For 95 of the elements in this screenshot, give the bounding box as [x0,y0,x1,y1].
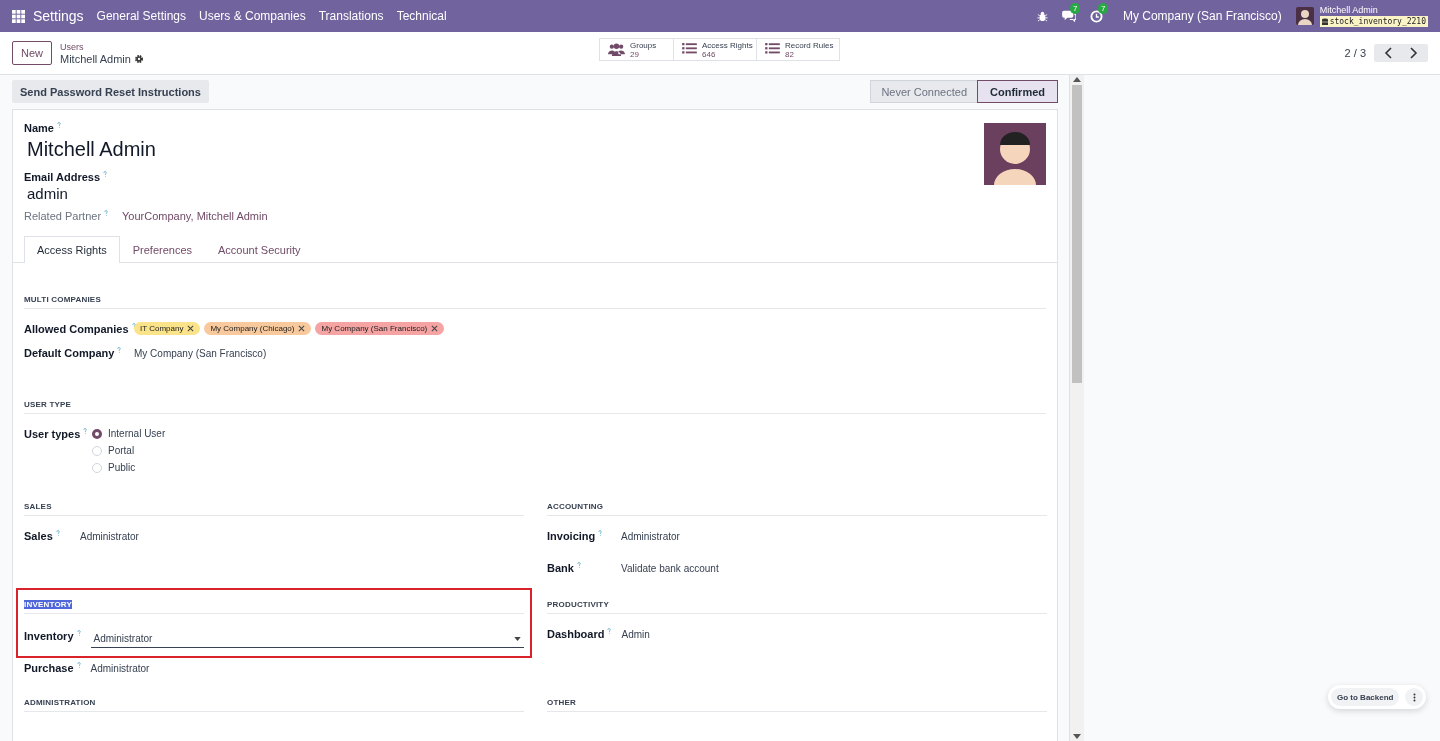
company-switcher[interactable]: My Company (San Francisco) [1122,9,1282,23]
field-label: Allowed Companies [24,323,129,335]
help-icon [576,562,581,568]
app-name[interactable]: Settings [33,8,84,24]
form-tab[interactable]: Preferences [119,236,205,262]
help-icon [607,628,612,634]
radio-label: Portal [108,445,135,456]
section-heading: MULTI COMPANIES [24,295,101,304]
scrollbar[interactable] [1070,75,1084,741]
field-label: User types [24,428,81,440]
radio-button[interactable] [92,428,102,439]
section-heading: ACCOUNTING [547,502,604,511]
company-tag[interactable]: IT Company [134,322,201,335]
backend-button[interactable]: Go to Backend [1331,688,1400,706]
users-icon [608,43,625,56]
menu-item[interactable]: Translations [318,9,384,23]
more-icon [1412,691,1416,703]
radio-label: Internal User [108,428,166,439]
email-field[interactable]: admin [27,185,268,202]
partner-link[interactable]: YourCompany, Mitchell Admin [122,210,268,222]
section-heading: OTHER [547,698,576,707]
field-value[interactable]: Administrator [90,662,150,674]
bug-icon [1036,10,1048,22]
menu-item[interactable]: General Settings [96,9,186,23]
next-icon[interactable] [1408,47,1418,59]
form-tab[interactable]: Account Security [205,236,314,262]
reset-password-button[interactable]: Send Password Reset Instructions [12,80,209,103]
field-value[interactable]: My Company (San Francisco) [134,347,267,359]
section-heading: ADMINISTRATION [24,698,96,707]
close-icon [187,325,195,332]
new-button[interactable]: New [12,41,52,65]
field-value[interactable]: Admin [621,628,650,640]
chat-icon [1061,10,1076,22]
clock-icon [1089,9,1103,23]
breadcrumb-current: Mitchell Admin [60,53,131,65]
help-icon [103,171,107,177]
help-icon [117,347,122,353]
pager-value: 2 / 3 [1344,47,1366,59]
select-field[interactable]: Administrator [90,630,524,648]
field-value[interactable]: Administrator [621,530,680,542]
radio-label: Public [108,462,136,473]
close-icon [298,325,306,332]
close-icon [431,325,439,332]
status-stage[interactable]: Never Connected [870,80,978,103]
help-icon [76,630,81,636]
field-label: Related Partner [24,210,102,222]
scroll-down-icon [1073,734,1081,739]
smart-button[interactable]: Access Rights 646 [673,38,757,61]
user-name[interactable]: Mitchell Admin [1319,5,1428,16]
field-label: Email Address [24,171,100,183]
count-badge: 7 [1097,2,1109,14]
help-icon [83,428,88,434]
list-icon [765,43,780,54]
field-label: Invoicing [547,530,596,542]
name-field[interactable]: Mitchell Admin [27,138,268,161]
smart-button[interactable]: Record Rules 82 [756,38,840,61]
user-avatar[interactable] [1295,7,1314,25]
count-badge: 7 [1069,3,1081,14]
status-stage[interactable]: Confirmed [977,80,1058,103]
field-label: Purchase [24,662,74,674]
help-icon [76,662,81,668]
help-icon [104,210,109,216]
previous-icon[interactable] [1384,47,1394,59]
field-value[interactable]: Validate bank account [621,562,719,574]
section-heading: INVENTORY [24,600,73,609]
menu-item[interactable]: Users & Companies [199,9,306,23]
scroll-up-icon [1073,77,1081,82]
settings-icon[interactable] [133,54,144,64]
field-label: Sales [24,530,53,542]
field-label: Inventory [24,630,74,642]
database-name: stock_inventory_2210 [1329,16,1426,27]
section-heading: PRODUCTIVITY [547,600,609,609]
smart-button[interactable]: Groups 29 [599,38,674,61]
field-label: Default Company [24,347,115,359]
field-label: Bank [547,562,574,574]
section-heading: SALES [24,502,52,511]
section-heading: USER TYPE [24,400,72,409]
form-tab[interactable]: Access Rights [24,236,120,263]
list-icon [682,43,697,54]
breadcrumb-link[interactable]: Users [60,41,144,53]
company-tag[interactable]: My Company (Chicago) [204,322,312,335]
help-icon [55,530,60,536]
help-icon [56,122,61,128]
apps-menu-icon[interactable] [12,9,25,23]
field-label: Name [24,122,54,134]
field-label: Dashboard [547,628,605,640]
help-icon [598,530,603,536]
scroll-thumb[interactable] [1072,85,1082,383]
avatar[interactable] [984,123,1046,185]
person-icon [1295,7,1314,25]
menu-item[interactable]: Technical [396,9,447,23]
more-button[interactable] [1405,688,1424,706]
field-value[interactable]: Administrator [80,530,139,542]
caret-icon [514,636,521,641]
company-tag[interactable]: My Company (San Francisco) [315,322,445,335]
